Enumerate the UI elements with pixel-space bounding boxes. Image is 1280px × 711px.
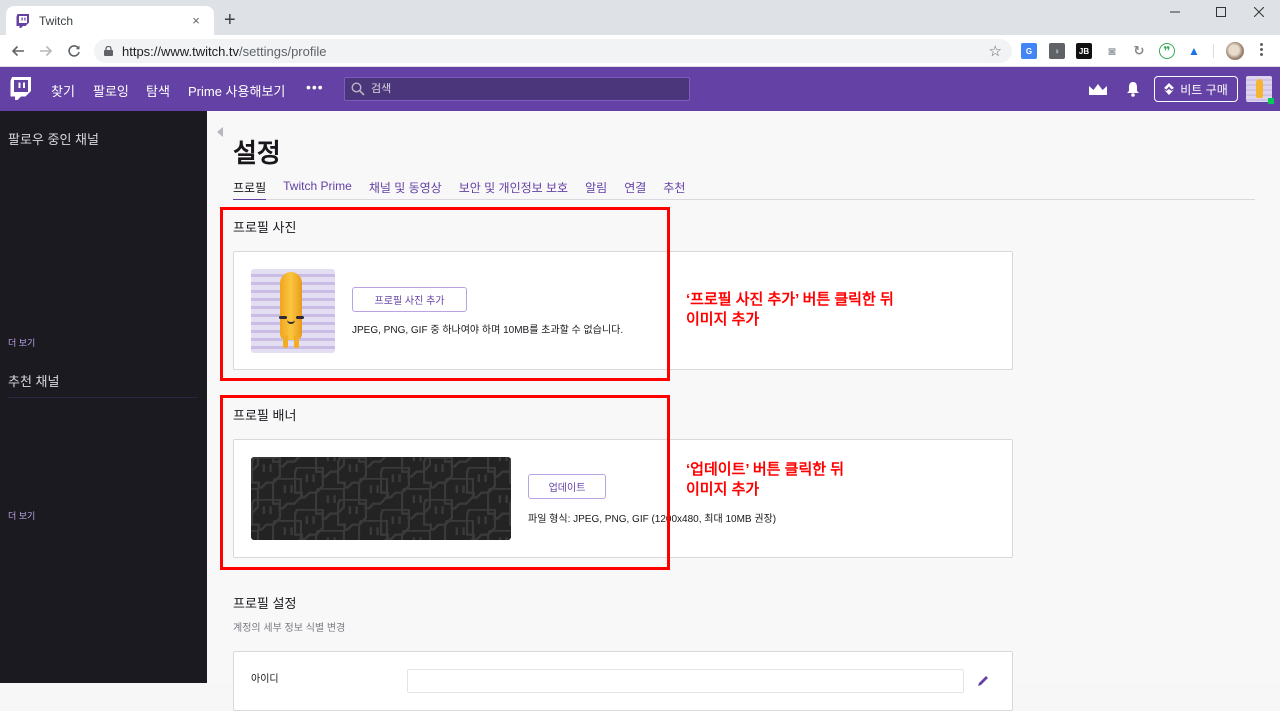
arrow-left-icon [11,45,24,57]
twitch-glitch-pattern-icon [487,530,511,540]
tab-title: Twitch [39,13,74,28]
twitch-glitch-pattern-icon [251,530,259,540]
search-input[interactable] [371,83,671,95]
tab-connections[interactable]: 연결 [624,179,646,200]
annotation-profile-picture-note: ‘프로필 사진 추가’ 버튼 클릭한 뒤 이미지 추가 [686,291,894,328]
profile-settings-card: 아이디 [233,651,1013,711]
twitch-glitch-pattern-icon [509,457,511,484]
browser-tab-strip: Twitch × + [0,0,1280,35]
profile-picture-card: 프로필 사진 추가 JPEG, PNG, GIF 중 하나여야 하며 10MB를… [233,251,1013,370]
recommended-show-more-link[interactable]: 더 보기 [8,509,35,522]
profile-picture-heading: 프로필 사진 [233,220,297,235]
close-icon [1254,7,1264,17]
address-bar[interactable]: https://www.twitch.tv/settings/profile ☆ [94,39,1012,63]
sync-icon[interactable]: ↻ [1131,43,1147,59]
twitch-favicon-icon [16,13,29,28]
camera-icon[interactable]: ◙ [1104,43,1120,59]
twitch-glitch-pattern-icon [509,499,511,526]
keep-icon[interactable]: ♀ [1049,43,1065,59]
settings-tabs: 프로필 Twitch Prime 채널 및 동영상 보안 및 개인정보 보호 알… [233,179,1255,200]
twitch-logo-icon[interactable] [10,77,32,101]
followed-channels-heading: 팔로우 중인 채널 [8,132,99,147]
followed-show-more-link[interactable]: 더 보기 [8,336,35,349]
close-tab-icon[interactable]: × [188,13,204,28]
tab-channel-videos[interactable]: 채널 및 동영상 [369,179,442,200]
profile-banner-image [251,457,511,540]
new-tab-button[interactable]: + [224,10,236,30]
url-text: https://www.twitch.tv/settings/profile [122,44,326,59]
profile-picture-help: JPEG, PNG, GIF 중 하나여야 하며 10MB를 초과할 수 없습니… [352,325,624,336]
reload-icon [68,45,80,57]
left-sidebar: 팔로우 중인 채널 더 보기 추천 채널 더 보기 [0,111,207,683]
window-close-button[interactable] [1236,0,1280,24]
cast-icon[interactable]: ▲ [1186,43,1202,59]
maximize-icon [1216,7,1226,17]
search-icon [351,82,365,96]
nav-browse[interactable]: 찾기 [51,81,75,100]
minimize-icon [1170,11,1180,13]
collapse-sidebar-icon[interactable] [217,127,223,137]
profile-banner-help: 파일 형식: JPEG, PNG, GIF (1200x480, 최대 10MB… [528,514,777,525]
bookmark-star-icon[interactable]: ☆ [989,42,1002,60]
browser-profile-avatar[interactable] [1226,42,1244,60]
nav-prime-trial[interactable]: Prime 사용해보기 [188,81,285,100]
twitch-glitch-pattern-icon [272,520,302,540]
profile-settings-subtext: 계정의 세부 정보 식별 변경 [233,623,346,634]
settings-main: 설정 프로필 Twitch Prime 채널 및 동영상 보안 및 개인정보 보… [207,111,1280,711]
search-box[interactable] [344,77,690,101]
username-input[interactable] [407,669,964,693]
jetbrains-icon[interactable]: JB [1076,43,1092,59]
google-translate-icon[interactable]: G [1021,43,1037,59]
twitch-glitch-pattern-icon [358,520,388,540]
twitch-glitch-pattern-icon [401,530,431,540]
lock-icon [104,46,113,56]
update-banner-button[interactable]: 업데이트 [528,474,606,499]
add-profile-picture-button[interactable]: 프로필 사진 추가 [352,287,467,312]
notifications-bell-icon[interactable] [1126,81,1140,97]
profile-banner-card: 업데이트 파일 형식: JPEG, PNG, GIF (1200x480, 최대… [233,439,1013,558]
sidebar-divider [8,397,198,398]
url-host: https://www.twitch.tv [122,43,240,59]
profile-banner-heading: 프로필 배너 [233,408,297,423]
get-bits-label: 비트 구매 [1180,82,1228,97]
more-menu-icon[interactable]: ••• [306,79,324,95]
page-title: 설정 [233,138,281,168]
minimize-button[interactable] [1152,0,1198,24]
reload-button[interactable] [64,41,84,61]
bits-gem-icon [1164,83,1175,95]
url-path: /settings/profile [239,43,327,59]
browser-menu-icon[interactable] [1258,43,1264,56]
tab-twitch-prime[interactable]: Twitch Prime [283,179,352,200]
browser-toolbar: https://www.twitch.tv/settings/profile ☆… [0,35,1280,67]
arrow-right-icon [40,45,53,57]
hangouts-icon[interactable]: ❞ [1159,43,1175,59]
online-status-indicator [1268,98,1274,104]
tab-recommendations[interactable]: 추천 [663,179,685,200]
back-button[interactable] [8,41,28,61]
annotation-banner-note: ‘업데이트’ 버튼 클릭한 뒤 이미지 추가 [686,461,845,498]
profile-picture [251,269,335,353]
prime-crown-icon[interactable] [1089,84,1107,95]
twitch-top-nav: 찾기 팔로잉 탐색 Prime 사용해보기 ••• 비트 구매 [0,67,1280,111]
nav-following[interactable]: 팔로잉 [93,81,129,100]
tab-profile[interactable]: 프로필 [233,179,267,200]
browser-tab[interactable]: Twitch × [6,6,214,35]
recommended-channels-heading: 추천 채널 [8,374,60,389]
edit-pencil-icon[interactable] [976,674,990,688]
forward-button[interactable] [36,41,56,61]
twitch-glitch-pattern-icon [444,520,474,540]
twitch-glitch-pattern-icon [315,530,345,540]
get-bits-button[interactable]: 비트 구매 [1154,76,1238,102]
profile-settings-heading: 프로필 설정 [233,596,297,611]
toolbar-divider [1213,44,1214,58]
tab-notifications[interactable]: 알림 [585,179,607,200]
nav-discover[interactable]: 탐색 [146,81,170,100]
tab-security-privacy[interactable]: 보안 및 개인정보 보호 [459,179,568,200]
